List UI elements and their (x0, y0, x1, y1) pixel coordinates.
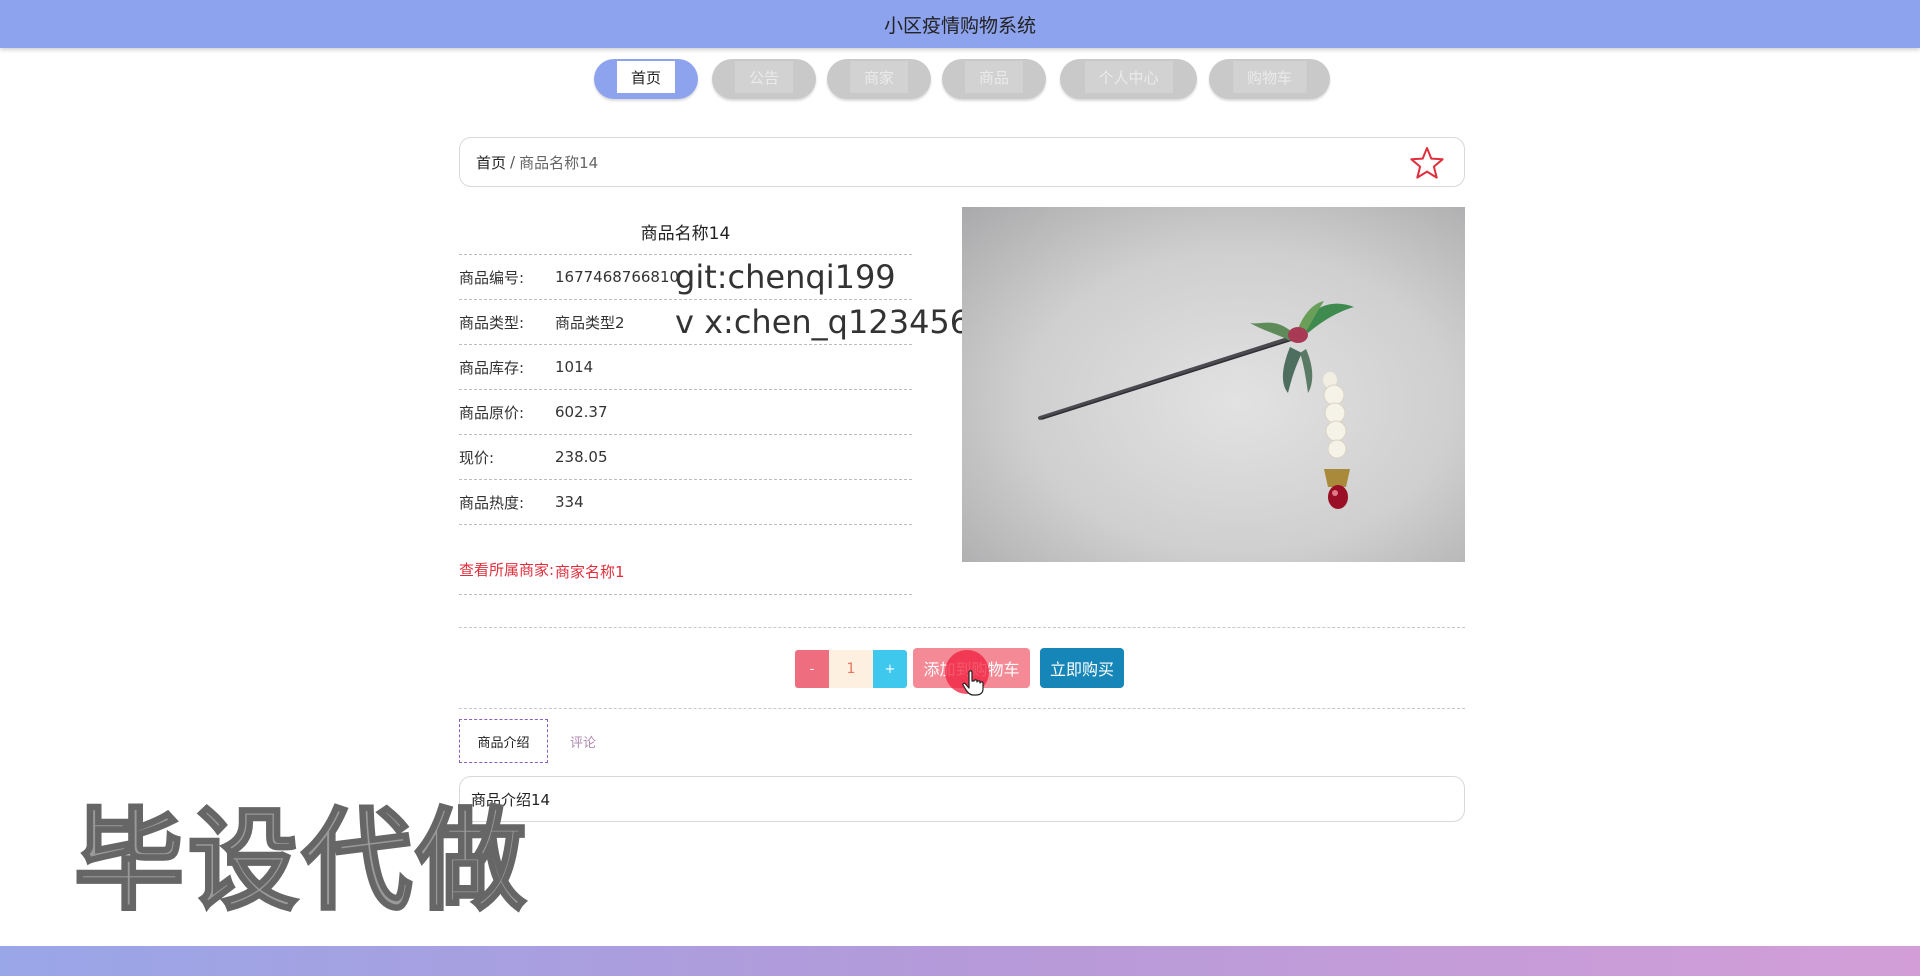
info-row-popularity: 商品热度: 334 (459, 480, 912, 525)
nav-home-label: 首页 (616, 61, 676, 93)
field-value: 1014 (555, 358, 594, 376)
nav-profile-label: 个人中心 (1084, 61, 1173, 93)
star-icon[interactable] (1410, 146, 1444, 180)
info-row-original-price: 商品原价: 602.37 (459, 390, 912, 435)
nav-profile[interactable]: 个人中心 (1060, 59, 1197, 99)
breadcrumb-current: 商品名称14 (519, 153, 599, 172)
product-image (962, 207, 1465, 562)
info-row-stock: 商品库存: 1014 (459, 345, 912, 390)
field-value: 商品类型2 (555, 313, 625, 332)
nav-announcement-label: 公告 (734, 61, 794, 93)
nav-products-label: 商品 (964, 61, 1024, 93)
breadcrumb-separator: / (510, 153, 516, 171)
hand-pointer-icon (962, 670, 984, 696)
top-header: 小区疫情购物系统 (0, 0, 1920, 48)
nav-merchant[interactable]: 商家 (827, 59, 931, 99)
git-watermark: git:chenqi199 (675, 258, 896, 296)
nav-cart-label: 购物车 (1232, 61, 1307, 93)
quantity-input[interactable] (829, 650, 873, 688)
field-label: 商品原价: (459, 403, 525, 422)
field-label: 商品编号: (459, 268, 525, 287)
nav-products[interactable]: 商品 (942, 59, 1046, 99)
app-title: 小区疫情购物系统 (883, 14, 1036, 37)
info-row-merchant: 查看所属商家: 商家名称1 (459, 525, 912, 595)
field-value: 334 (555, 493, 584, 511)
decrease-quantity-button[interactable]: - (795, 650, 829, 688)
field-label: 现价: (459, 448, 495, 467)
product-description: 商品介绍14 (459, 776, 1465, 822)
nav-home[interactable]: 首页 (594, 59, 698, 99)
merchant-name[interactable]: 商家名称1 (555, 561, 625, 582)
section-divider (459, 627, 1465, 628)
info-row-current-price: 现价: 238.05 (459, 435, 912, 480)
view-merchant-link[interactable]: 查看所属商家: (459, 558, 555, 582)
nav-cart[interactable]: 购物车 (1209, 59, 1330, 99)
field-label: 商品库存: (459, 358, 525, 377)
product-name: 商品名称14 (459, 209, 912, 255)
breadcrumb-home[interactable]: 首页 (476, 152, 506, 173)
buy-now-button[interactable]: 立即购买 (1040, 648, 1124, 688)
tab-product-intro[interactable]: 商品介绍 (459, 719, 548, 763)
field-label: 商品类型: (459, 313, 525, 332)
section-divider (459, 708, 1465, 709)
breadcrumb: 首页 / 商品名称14 (459, 137, 1465, 187)
field-value: 238.05 (555, 448, 608, 466)
tab-comments[interactable]: 评论 (548, 719, 618, 763)
promo-watermark: 毕设代做 (73, 797, 530, 925)
footer-bar (0, 946, 1920, 976)
hairpin-illustration (1038, 301, 1354, 509)
field-value: 1677468766810 (555, 268, 680, 286)
nav-announcement[interactable]: 公告 (712, 59, 816, 99)
field-value: 602.37 (555, 403, 608, 421)
nav-merchant-label: 商家 (849, 61, 909, 93)
increase-quantity-button[interactable]: + (873, 650, 907, 688)
field-label: 商品热度: (459, 493, 525, 512)
vx-watermark: v x:chen_q123456 (675, 303, 971, 341)
